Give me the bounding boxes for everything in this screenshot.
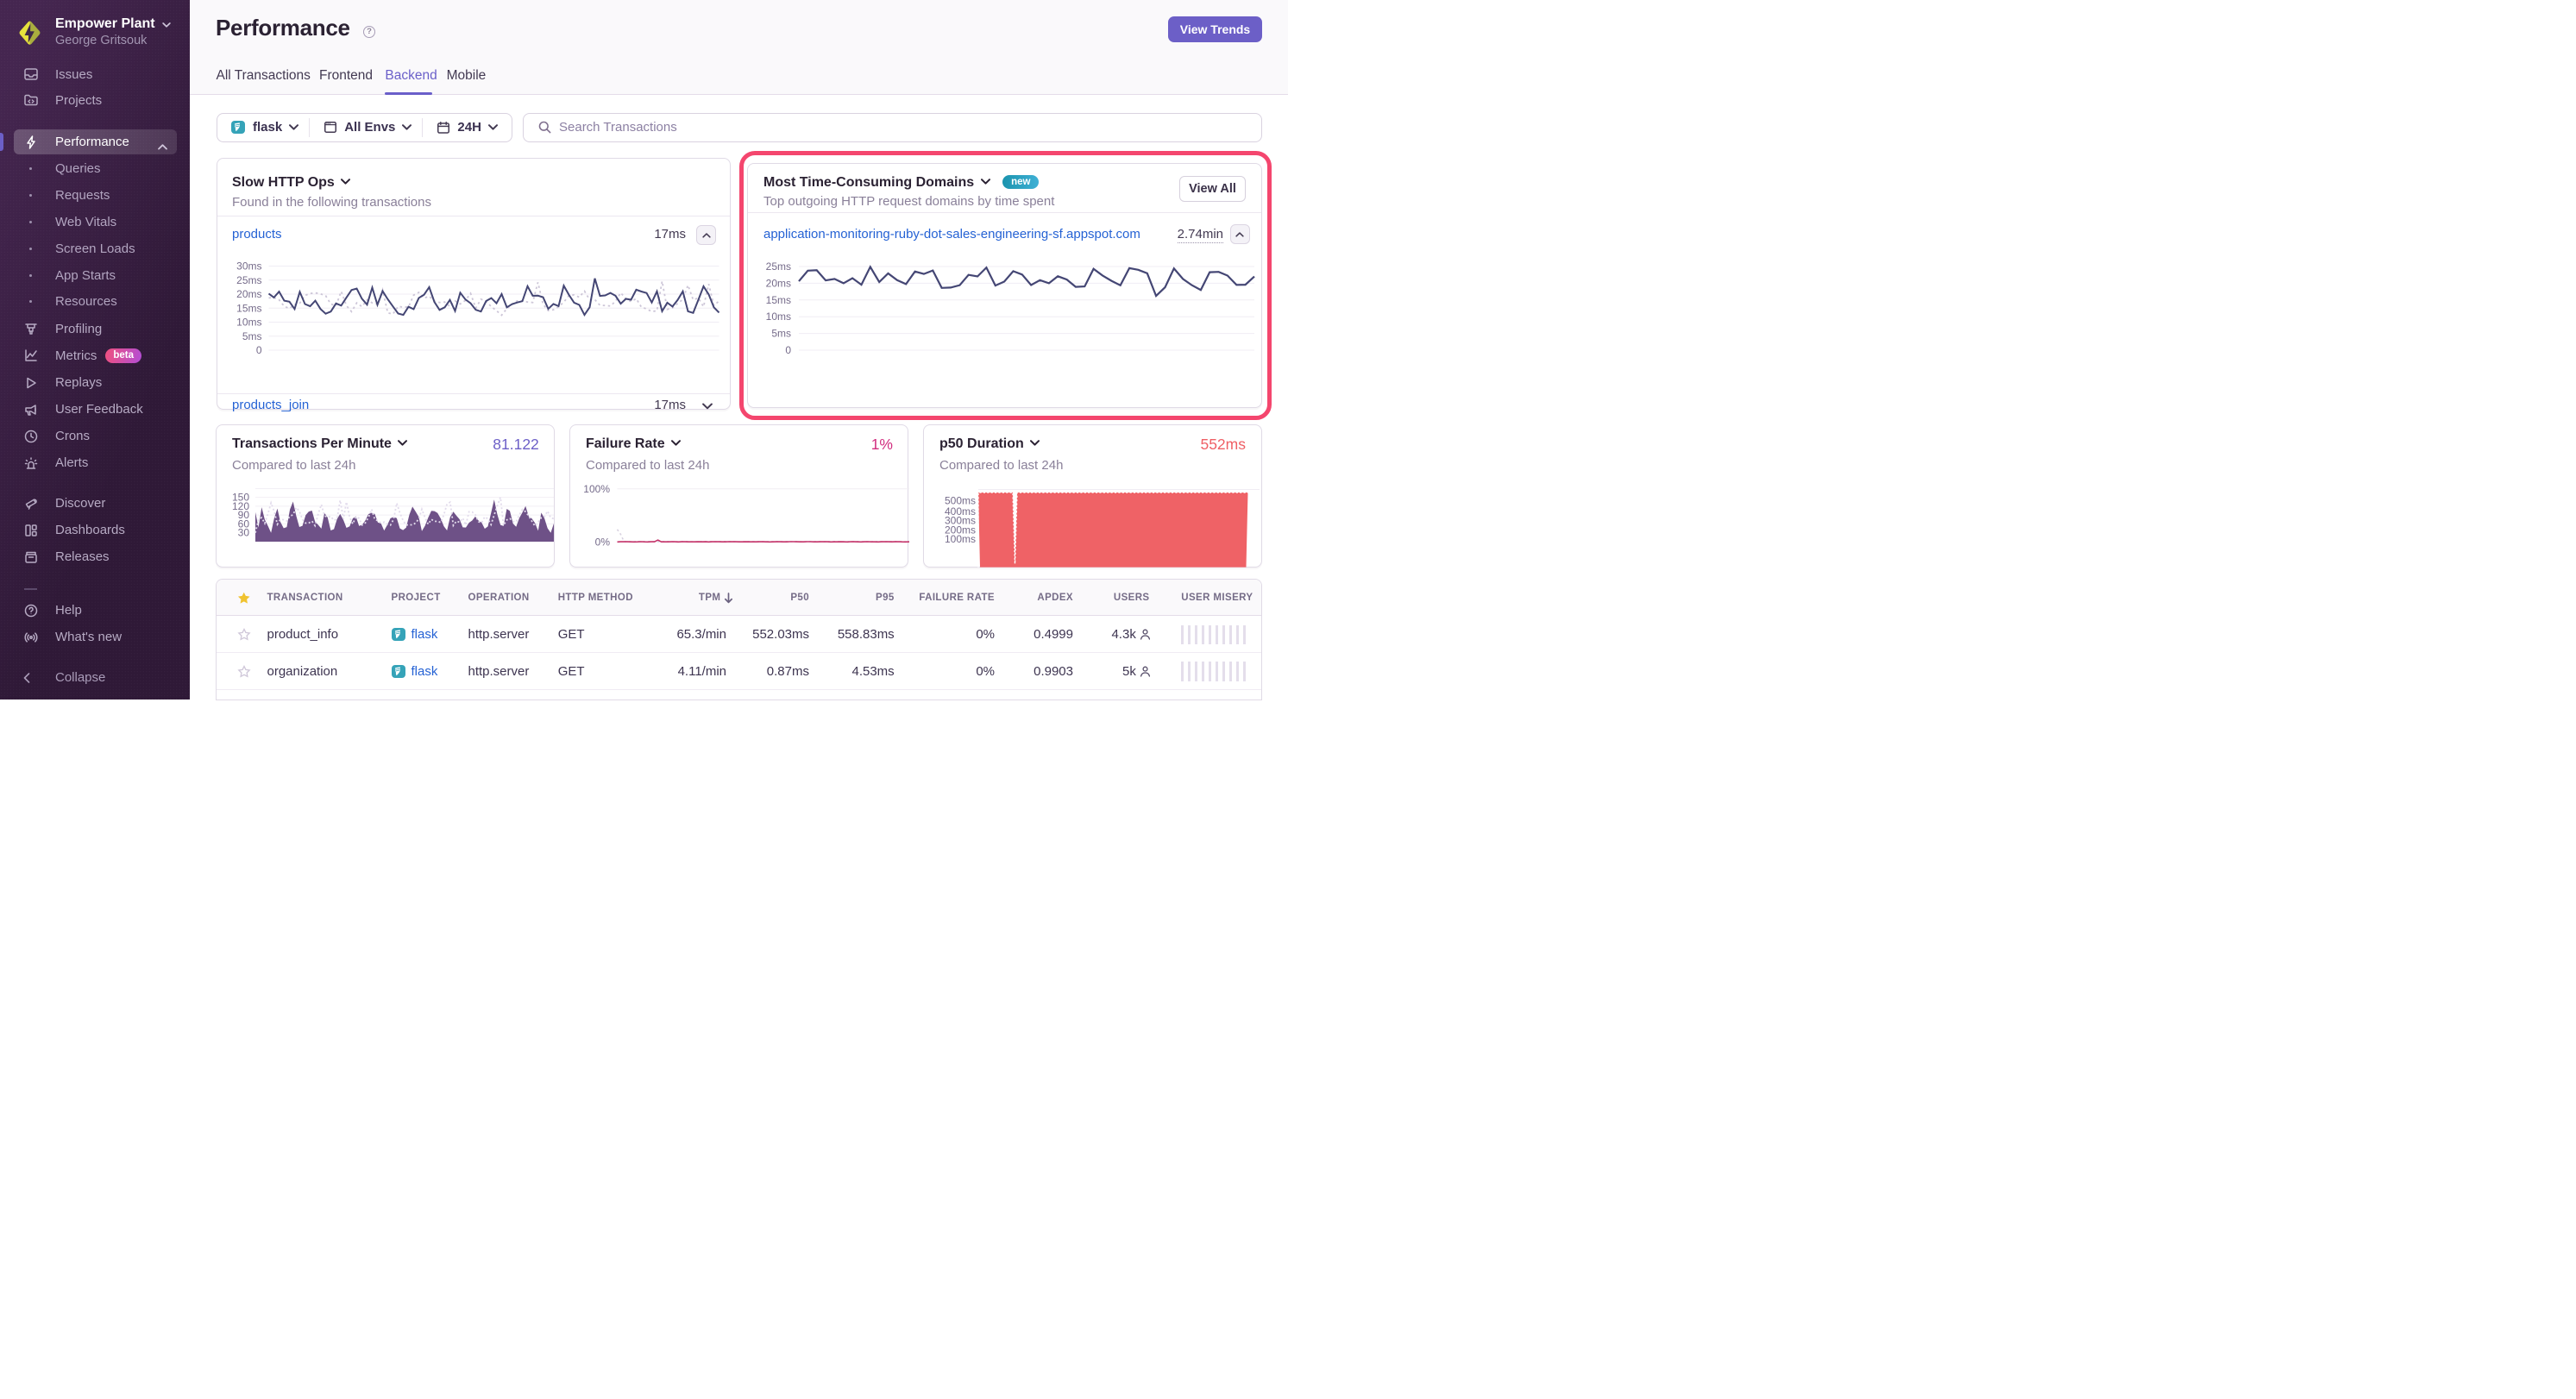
svg-text:25ms: 25ms (766, 260, 791, 273)
svg-text:25ms: 25ms (236, 274, 261, 286)
svg-text:0: 0 (255, 344, 261, 356)
svg-text:30: 30 (238, 527, 250, 539)
svg-text:0%: 0% (595, 536, 611, 546)
svg-text:10ms: 10ms (766, 311, 791, 323)
svg-text:5ms: 5ms (242, 330, 261, 342)
svg-text:5ms: 5ms (771, 328, 791, 340)
svg-text:15ms: 15ms (766, 294, 791, 306)
svg-text:0: 0 (785, 344, 791, 356)
svg-text:30ms: 30ms (236, 260, 261, 273)
svg-text:10ms: 10ms (236, 317, 261, 329)
svg-text:20ms: 20ms (766, 277, 791, 289)
svg-text:15ms: 15ms (236, 302, 261, 314)
svg-text:100%: 100% (583, 484, 610, 495)
svg-text:20ms: 20ms (236, 288, 261, 300)
svg-text:100ms: 100ms (945, 533, 976, 545)
